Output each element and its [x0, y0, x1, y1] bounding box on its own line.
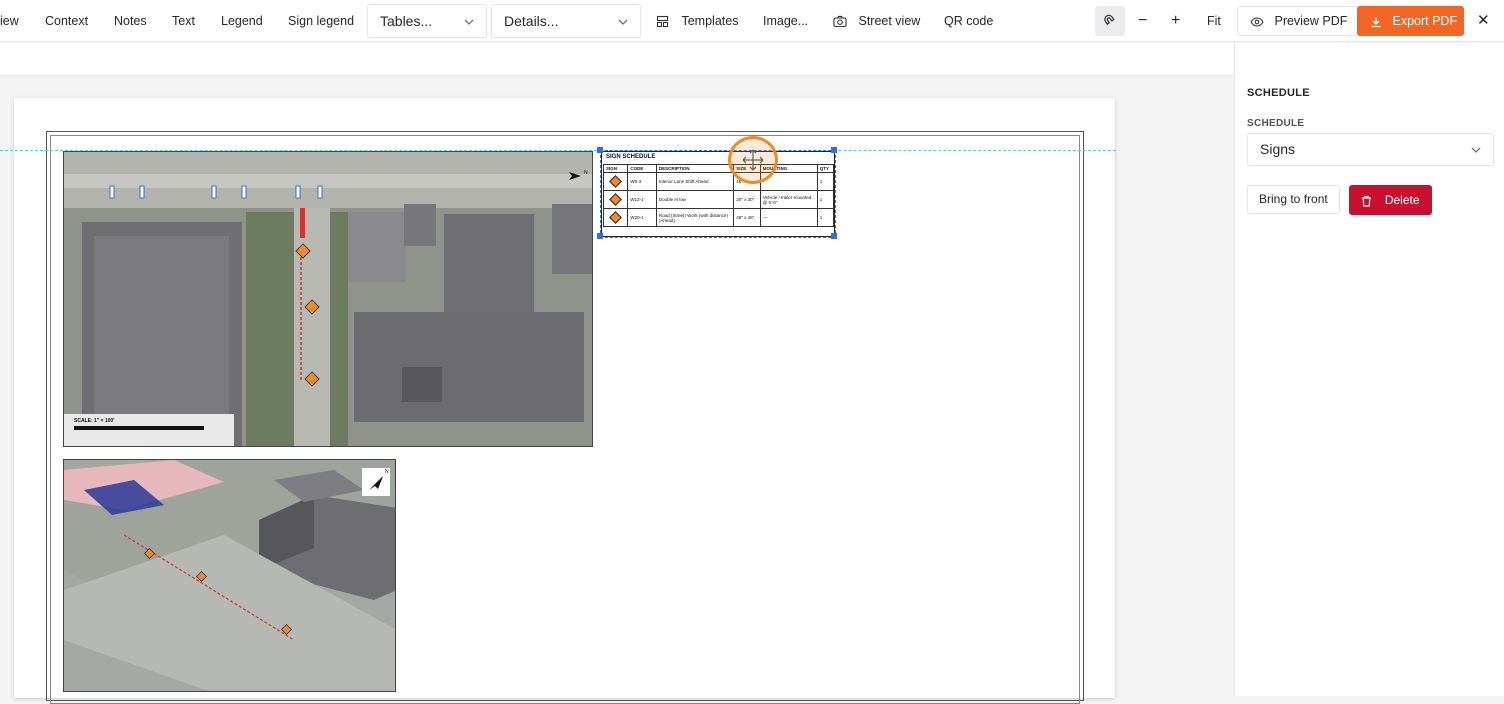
- 3d-map-image: [64, 460, 395, 691]
- fit-button[interactable]: Fit: [1207, 0, 1221, 42]
- resize-handle-bottom-right[interactable]: [831, 233, 837, 239]
- table-row: W9-3 Interior Lane Shift Ahead 48" 1: [602, 172, 835, 191]
- bring-to-front-button[interactable]: Bring to front: [1247, 185, 1340, 214]
- details-select[interactable]: Details...: [491, 4, 641, 38]
- sign-description: Double Arrow: [655, 190, 735, 209]
- trash-icon: [1362, 195, 1372, 207]
- preview-pdf-label: Preview PDF: [1274, 14, 1348, 28]
- col-header: CODE: [627, 164, 657, 173]
- sign-description: Interior Lane Shift Ahead: [655, 172, 735, 191]
- warning-sign-icon: [609, 192, 622, 206]
- sign-size: 30" x 30": [733, 190, 761, 209]
- warning-sign-icon: [609, 174, 622, 188]
- sign-description: Road (Street) Work (with distance) (Ahea…: [655, 208, 735, 227]
- table-header-row: SIGN CODE DESCRIPTION SIZE MOUNTING QTY: [602, 164, 835, 173]
- table-row: W12-1 Double Arrow 30" x 30" Vehicle / t…: [602, 190, 835, 209]
- snap-toggle-button[interactable]: [1095, 6, 1125, 36]
- col-header: QTY: [816, 164, 835, 173]
- aerial-north-label: N: [584, 170, 588, 176]
- aerial-map-viewport[interactable]: SCALE: 1" = 100' N: [63, 151, 593, 447]
- image-button[interactable]: Image...: [763, 0, 808, 42]
- sign-qty: 1: [816, 208, 835, 227]
- warning-sign-icon: [609, 210, 622, 224]
- sign-qty: 1: [816, 172, 835, 191]
- templates-button[interactable]: Templates: [656, 0, 738, 42]
- qr-code-button[interactable]: QR code: [944, 0, 993, 42]
- aerial-map-image: [64, 152, 592, 446]
- tables-select[interactable]: Tables...: [367, 4, 487, 38]
- zoom-in-button[interactable]: +: [1171, 0, 1180, 42]
- schedule-type-select[interactable]: Signs: [1247, 133, 1494, 166]
- move-icon: [742, 149, 764, 171]
- sign-mounting: Vehicle / trailer-mounted @ 5'-0": [759, 190, 818, 209]
- export-pdf-label: Export PDF: [1392, 14, 1458, 28]
- sign-mounting: —: [759, 208, 818, 227]
- sign-size: 48" x 48": [733, 208, 761, 227]
- street-view-button[interactable]: Street view: [833, 0, 920, 42]
- panel-title: SCHEDULE: [1247, 87, 1310, 99]
- main-toolbar: iew Context Notes Text Legend Sign legen…: [0, 0, 1504, 42]
- eye-icon: [1250, 17, 1264, 27]
- sub-toolbar-strip: [0, 43, 1234, 76]
- delete-button[interactable]: Delete: [1349, 185, 1432, 215]
- details-select-value: Details...: [504, 13, 559, 29]
- sign-symbol: [602, 190, 629, 209]
- sign-code: W12-1: [627, 190, 657, 209]
- download-icon: [1371, 16, 1381, 27]
- close-icon[interactable]: ✕: [1477, 0, 1490, 42]
- chevron-down-icon: [618, 19, 628, 25]
- sign-schedule-table[interactable]: SIGN SCHEDULE SIGN CODE DESCRIPTION SIZE…: [601, 151, 835, 237]
- delete-label: Delete: [1384, 193, 1420, 207]
- templates-label: Templates: [681, 14, 739, 28]
- chevron-down-icon: [1471, 147, 1481, 153]
- toolbar-legend-button[interactable]: Legend: [221, 0, 263, 42]
- sign-code: W20-1: [627, 208, 657, 227]
- col-header: DESCRIPTION: [655, 164, 735, 173]
- chevron-down-icon: [464, 19, 474, 25]
- schedule-field-label: SCHEDULE: [1247, 118, 1305, 129]
- camera-icon: [833, 16, 847, 28]
- properties-panel: SCHEDULE SCHEDULE Signs Bring to front D…: [1234, 43, 1504, 696]
- 3d-north-label: N: [385, 469, 389, 475]
- map-scale-label: SCALE: 1" = 100': [74, 418, 115, 424]
- toolbar-notes-button[interactable]: Notes: [114, 0, 147, 42]
- 3d-map-viewport[interactable]: N: [63, 459, 396, 692]
- sign-symbol: [602, 208, 629, 227]
- toolbar-sign-legend-button[interactable]: Sign legend: [288, 0, 354, 42]
- col-header: SIGN: [602, 164, 629, 173]
- resize-handle-top-right[interactable]: [831, 147, 837, 153]
- sign-symbol: [602, 172, 629, 191]
- street-view-label: Street view: [858, 14, 921, 28]
- template-icon: [656, 16, 669, 28]
- toolbar-context-button[interactable]: Context: [45, 0, 88, 42]
- schedule-type-value: Signs: [1260, 141, 1296, 157]
- move-cursor-highlight[interactable]: [728, 136, 778, 184]
- sign-qty: 1: [816, 190, 835, 209]
- sign-schedule-title: SIGN SCHEDULE: [606, 154, 656, 160]
- resize-handle-top-left[interactable]: [597, 147, 603, 153]
- sign-schedule-grid: SIGN CODE DESCRIPTION SIZE MOUNTING QTY …: [602, 164, 835, 227]
- toolbar-text-button[interactable]: Text: [172, 0, 195, 42]
- zoom-out-button[interactable]: −: [1138, 0, 1147, 42]
- magnet-icon: [1104, 14, 1115, 25]
- resize-handle-bottom-left[interactable]: [597, 233, 603, 239]
- tables-select-value: Tables...: [380, 13, 433, 29]
- sign-code: W9-3: [627, 172, 657, 191]
- export-pdf-button[interactable]: Export PDF: [1357, 6, 1464, 36]
- table-row: W20-1 Road (Street) Work (with distance)…: [602, 208, 835, 227]
- preview-pdf-button[interactable]: Preview PDF: [1237, 6, 1361, 36]
- toolbar-view-button[interactable]: iew: [0, 0, 19, 42]
